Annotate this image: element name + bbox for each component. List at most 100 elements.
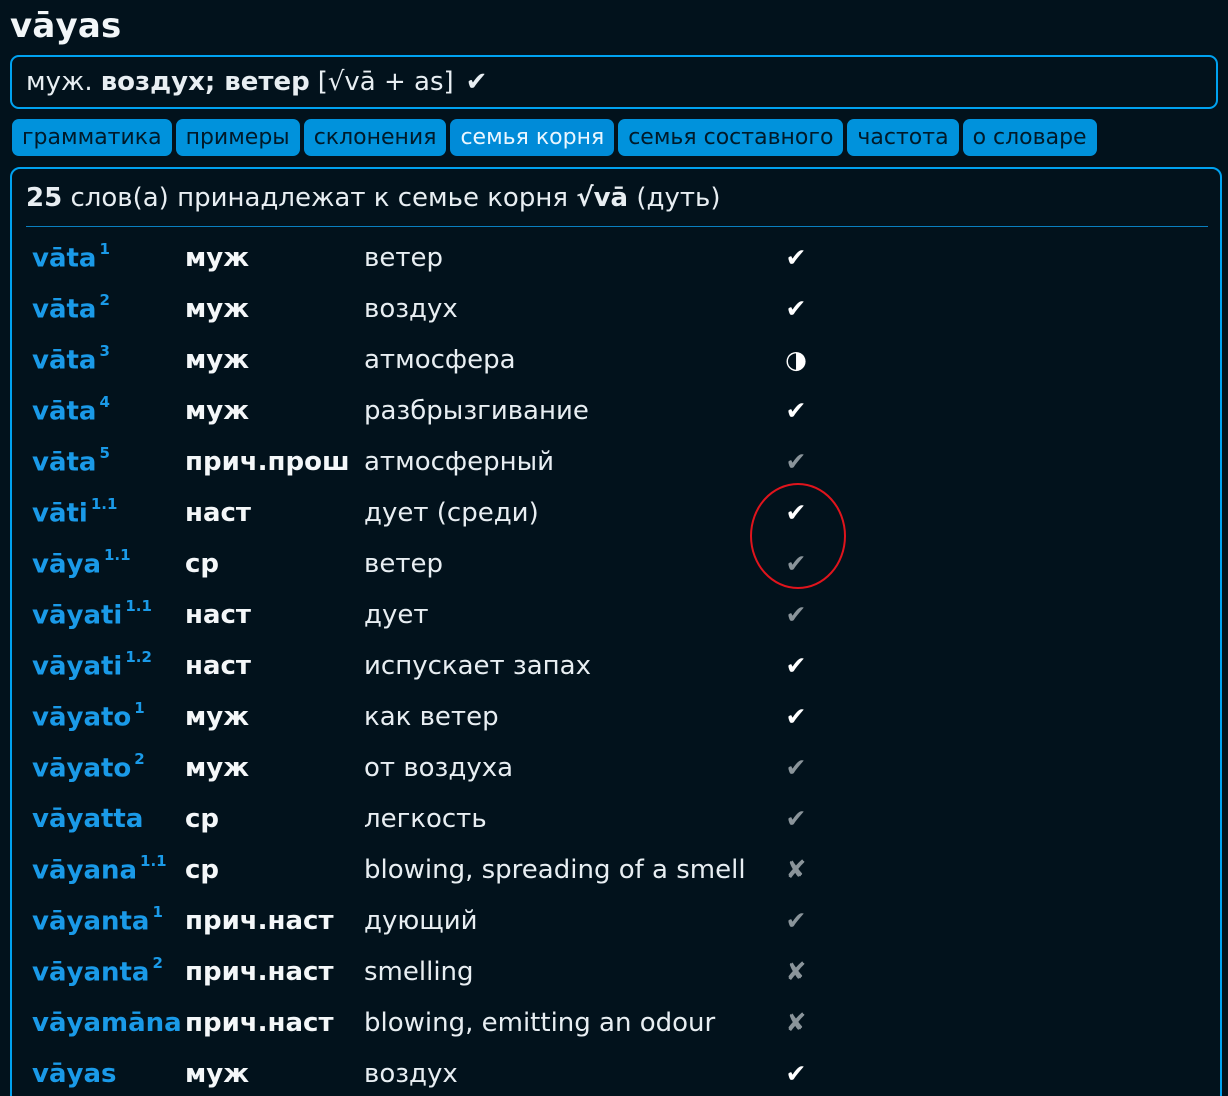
row-homonym-number: 1.1 xyxy=(90,495,118,513)
row-pos: наст xyxy=(185,498,251,528)
row-word-link[interactable]: vāyati 1.1 xyxy=(32,597,152,631)
row-word-link[interactable]: vāyati 1.2 xyxy=(32,648,152,682)
tab-compound-family[interactable]: семья составного xyxy=(618,119,844,156)
check-icon: ✔ xyxy=(785,498,807,527)
row-word-text: vāyas xyxy=(32,1059,117,1089)
row-homonym-number: 1 xyxy=(152,903,163,921)
table-row: vāyana 1.1 ср blowing, spreading of a smell… xyxy=(32,847,1212,898)
row-word-link[interactable]: vāta 3 xyxy=(32,342,110,376)
row-meaning: ветер xyxy=(364,243,443,273)
row-meaning: атмосферный xyxy=(364,447,555,477)
table-row: vāta 5 прич.прош атмосферный ✔ xyxy=(32,439,1212,490)
half-circle-icon: ◑ xyxy=(785,345,807,374)
row-word-link[interactable]: vāyamāna xyxy=(32,1008,182,1038)
table-row: vāyato 2 муж от воздуха ✔ xyxy=(32,745,1212,796)
row-word-text: vāyanta xyxy=(32,906,150,937)
row-word-link[interactable]: vāyanta 1 xyxy=(32,903,163,937)
row-word-text: vāya xyxy=(32,549,101,580)
check-dim-icon: ✔ xyxy=(785,447,807,476)
row-pos: ср xyxy=(185,855,220,885)
row-word-text: vāyana xyxy=(32,855,138,886)
row-homonym-number: 1.1 xyxy=(104,546,131,564)
row-word-link[interactable]: vāyato 1 xyxy=(32,699,145,733)
table-row: vāyato 1 муж как ветер ✔ xyxy=(32,694,1212,745)
dictionary-page: vāyas муж. воздух; ветер [√vā + as] ✔ гр… xyxy=(0,0,1228,1096)
row-pos: прич.наст xyxy=(185,906,334,936)
row-pos: ср xyxy=(185,549,220,579)
table-row: vāti 1.1 наст дует (среди) ✔ xyxy=(32,490,1212,541)
table-row: vāyas муж воздух ✔ xyxy=(32,1051,1212,1096)
cross-icon: ✘ xyxy=(785,957,807,986)
row-word-text: vāta xyxy=(32,243,97,274)
table-row: vāta 2 муж воздух ✔ xyxy=(32,286,1212,337)
row-homonym-number: 1 xyxy=(99,240,110,258)
entry-summary[interactable]: муж. воздух; ветер [√vā + as] ✔ xyxy=(10,55,1218,109)
row-homonym-number: 1 xyxy=(134,699,145,717)
headword-title: vāyas xyxy=(10,6,122,46)
row-meaning: smelling xyxy=(364,957,474,987)
row-homonym-number: 1.1 xyxy=(125,597,152,615)
row-word-link[interactable]: vāya 1.1 xyxy=(32,546,131,580)
tab-declensions[interactable]: склонения xyxy=(303,119,447,156)
heading-divider xyxy=(26,226,1208,227)
tab-examples[interactable]: примеры xyxy=(175,119,300,156)
check-icon: ✔ xyxy=(785,243,807,272)
check-dim-icon: ✔ xyxy=(785,600,807,629)
row-meaning: дующий xyxy=(364,906,478,936)
row-word-link[interactable]: vāta 2 xyxy=(32,291,110,325)
row-homonym-number: 4 xyxy=(99,393,110,411)
row-meaning: воздух xyxy=(364,294,458,324)
row-word-link[interactable]: vāyato 2 xyxy=(32,750,145,784)
row-pos: наст xyxy=(185,600,251,630)
row-meaning: испускает запах xyxy=(364,651,591,681)
row-pos: муж xyxy=(185,702,250,732)
row-word-text: vāta xyxy=(32,294,97,325)
tab-frequency[interactable]: частота xyxy=(847,119,959,156)
row-word-text: vāta xyxy=(32,447,97,478)
summary-check-icon: ✔ xyxy=(465,67,488,97)
row-word-link[interactable]: vāyas xyxy=(32,1059,116,1089)
row-pos: муж xyxy=(185,345,250,375)
row-word-link[interactable]: vāyana 1.1 xyxy=(32,852,167,886)
check-icon: ✔ xyxy=(785,294,807,323)
check-icon: ✔ xyxy=(785,651,807,680)
row-meaning: атмосфера xyxy=(364,345,516,375)
family-text: слов(а) принадлежат к семье корня xyxy=(70,183,568,213)
check-icon: ✔ xyxy=(785,1059,807,1088)
tab-root-family[interactable]: семья корня xyxy=(450,119,615,156)
row-word-text: vāyatta xyxy=(32,804,144,834)
row-word-text: vāta xyxy=(32,396,97,427)
row-meaning: дует xyxy=(364,600,429,630)
row-pos: муж xyxy=(185,753,250,783)
cross-icon: ✘ xyxy=(785,855,807,884)
table-row: vāyanta 2 прич.наст smelling ✘ xyxy=(32,949,1212,1000)
row-word-link[interactable]: vāyanta 2 xyxy=(32,954,163,988)
row-word-text: vāyati xyxy=(32,600,123,631)
row-pos: прич.прош xyxy=(185,447,350,477)
table-row: vāya 1.1 ср ветер ✔ xyxy=(32,541,1212,592)
row-homonym-number: 3 xyxy=(99,342,110,360)
row-word-link[interactable]: vāyatta xyxy=(32,804,143,834)
check-dim-icon: ✔ xyxy=(785,804,807,833)
row-word-text: vāyanta xyxy=(32,957,150,988)
row-word-link[interactable]: vāta 1 xyxy=(32,240,110,274)
tab-about-dictionary[interactable]: о словаре xyxy=(962,119,1097,156)
table-row: vāta 3 муж атмосфера ◑ xyxy=(32,337,1212,388)
check-dim-icon: ✔ xyxy=(785,906,807,935)
table-row: vāta 4 муж разбрызгивание ✔ xyxy=(32,388,1212,439)
row-pos: муж xyxy=(185,396,250,426)
row-meaning: blowing, emitting an odour xyxy=(364,1008,716,1038)
entry-tabs: грамматика примеры склонения семья корня… xyxy=(12,119,1097,156)
tab-grammar[interactable]: грамматика xyxy=(12,119,172,156)
row-homonym-number: 1.2 xyxy=(125,648,152,666)
family-root: √vā xyxy=(576,183,629,213)
row-meaning: как ветер xyxy=(364,702,499,732)
table-row: vāyatta ср легкость ✔ xyxy=(32,796,1212,847)
table-row: vāta 1 муж ветер ✔ xyxy=(32,235,1212,286)
table-row: vāyati 1.1 наст дует ✔ xyxy=(32,592,1212,643)
row-pos: муж xyxy=(185,243,250,273)
row-word-link[interactable]: vāti 1.1 xyxy=(32,495,118,529)
summary-construction: [√vā + as] xyxy=(317,67,454,97)
row-word-link[interactable]: vāta 4 xyxy=(32,393,110,427)
row-word-link[interactable]: vāta 5 xyxy=(32,444,110,478)
